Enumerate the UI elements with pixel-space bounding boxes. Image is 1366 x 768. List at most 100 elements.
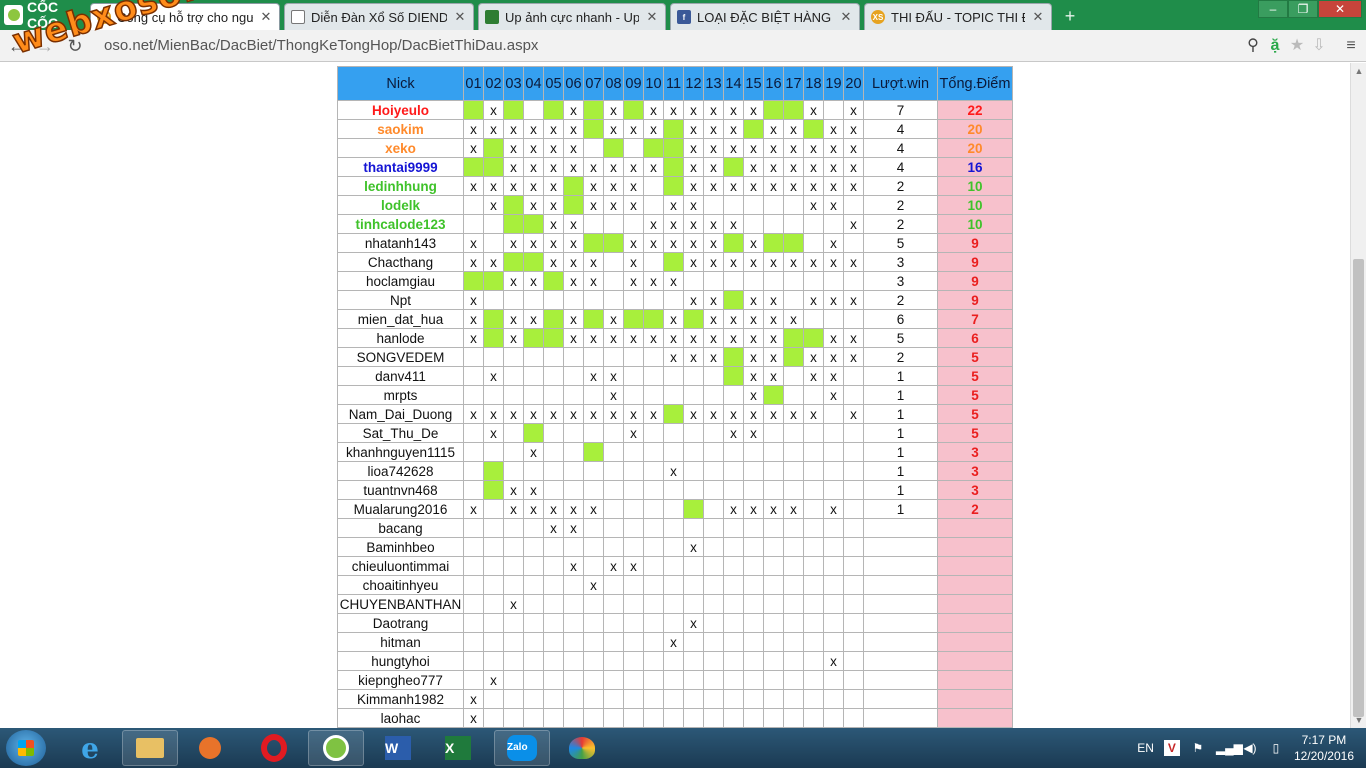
player-nick[interactable]: tinhcalode123 bbox=[337, 214, 464, 234]
played-cell: x bbox=[623, 271, 644, 291]
minimize-button[interactable]: – bbox=[1258, 0, 1288, 18]
player-nick[interactable]: Mualarung2016 bbox=[337, 499, 464, 519]
close-icon[interactable]: ✕ bbox=[259, 9, 273, 25]
download-icon[interactable]: ⇩ bbox=[1308, 35, 1330, 57]
clock-date: 12/20/2016 bbox=[1293, 749, 1354, 763]
empty-cell bbox=[463, 385, 484, 405]
menu-icon[interactable]: ≡ bbox=[1340, 35, 1362, 57]
empty-cell bbox=[563, 708, 584, 728]
table-row: bacang x x bbox=[337, 518, 1013, 538]
player-nick[interactable]: Sat_Thu_De bbox=[337, 423, 464, 443]
player-nick[interactable]: tuantnvn468 bbox=[337, 480, 464, 500]
player-nick[interactable]: Baminhbeo bbox=[337, 537, 464, 557]
empty-cell bbox=[763, 214, 784, 234]
played-cell: x bbox=[843, 404, 864, 424]
volume-icon[interactable]: ◀) bbox=[1242, 740, 1258, 756]
zoom-icon[interactable]: ⚲ bbox=[1242, 35, 1264, 57]
scroll-up-arrow-icon[interactable]: ▲ bbox=[1351, 63, 1366, 79]
player-nick[interactable]: Hoiyeulo bbox=[337, 100, 464, 120]
empty-cell bbox=[583, 651, 604, 671]
taskbar-clock[interactable]: 7:17 PM 12/20/2016 bbox=[1294, 732, 1354, 764]
language-indicator[interactable]: EN bbox=[1137, 741, 1154, 755]
action-center-flag-icon[interactable]: ⚑ bbox=[1190, 740, 1206, 756]
player-nick[interactable]: choaitinhyeu bbox=[337, 575, 464, 595]
player-nick[interactable]: lioa742628 bbox=[337, 461, 464, 481]
scroll-thumb[interactable] bbox=[1353, 259, 1364, 717]
file-explorer-icon[interactable] bbox=[122, 730, 178, 766]
player-nick[interactable]: bacang bbox=[337, 518, 464, 538]
tab-cong-cu[interactable]: XS Công cụ hỗ trợ cho người ✕ bbox=[90, 3, 280, 30]
close-icon[interactable]: ✕ bbox=[839, 9, 853, 25]
player-nick[interactable]: hoclamgiau bbox=[337, 271, 464, 291]
close-icon[interactable]: ✕ bbox=[645, 9, 659, 25]
hit-cell bbox=[763, 100, 784, 120]
bookmark-star-icon[interactable]: ★ bbox=[1286, 35, 1308, 57]
player-nick[interactable]: Chacthang bbox=[337, 252, 464, 272]
hit-cell bbox=[803, 119, 824, 139]
vertical-scrollbar[interactable]: ▲ ▼ bbox=[1350, 63, 1366, 728]
player-nick[interactable]: hanlode bbox=[337, 328, 464, 348]
system-tray: EN V ⚑ ▂▄▆ ◀) ▯ 7:17 PM 12/20/2016 bbox=[1137, 728, 1366, 768]
player-nick[interactable]: chieuluontimmai bbox=[337, 556, 464, 576]
table-row: Npt x x x x x x x x 2 9 bbox=[337, 290, 1013, 310]
player-nick[interactable]: nhatanh143 bbox=[337, 233, 464, 253]
empty-cell bbox=[603, 461, 624, 481]
player-nick[interactable]: mrpts bbox=[337, 385, 464, 405]
player-nick[interactable]: SONGVEDEM bbox=[337, 347, 464, 367]
word-icon[interactable]: W bbox=[370, 730, 426, 766]
excel-icon[interactable]: X bbox=[430, 730, 486, 766]
tab-thi-dau[interactable]: XS THI ĐẤU - TOPIC THI ĐẤU ✕ bbox=[864, 3, 1052, 30]
back-button[interactable]: ← bbox=[6, 35, 28, 57]
paint-icon[interactable] bbox=[554, 730, 610, 766]
restore-button[interactable]: ❐ bbox=[1288, 0, 1318, 18]
battery-icon[interactable]: ▯ bbox=[1268, 740, 1284, 756]
table-row: Chacthang x x x x x x x x x x x x x x x 3 9 bbox=[337, 252, 1013, 272]
tab-dien-dan[interactable]: Diễn Đàn Xổ Số DIENDAN ✕ bbox=[284, 3, 474, 30]
start-button[interactable] bbox=[6, 730, 46, 766]
tab-up-anh[interactable]: Up ảnh cực nhanh - Up hì ✕ bbox=[478, 3, 666, 30]
tab-loai-dac-biet[interactable]: f LOẠI ĐẶC BIỆT HÀNG NGÀ ✕ bbox=[670, 3, 860, 30]
antivirus-icon[interactable]: V bbox=[1163, 740, 1180, 756]
media-player-icon[interactable] bbox=[182, 730, 238, 766]
coccoc-brand[interactable]: CỐC CỐC bbox=[0, 0, 90, 31]
player-nick[interactable]: thantai9999 bbox=[337, 157, 464, 177]
address-bar[interactable]: oso.net/MienBac/DacBiet/ThongKeTongHop/D… bbox=[104, 35, 1234, 57]
coccoc-browser-icon[interactable] bbox=[308, 730, 364, 766]
played-cell: x bbox=[603, 556, 624, 576]
vietnamese-input-icon[interactable]: ặ bbox=[1264, 35, 1286, 57]
hit-cell bbox=[523, 423, 544, 443]
reload-button[interactable]: ↻ bbox=[64, 35, 86, 57]
new-tab-button[interactable]: + bbox=[1060, 7, 1080, 25]
zalo-icon[interactable]: Zalo bbox=[494, 730, 550, 766]
player-nick[interactable]: Npt bbox=[337, 290, 464, 310]
player-nick[interactable]: saokim bbox=[337, 119, 464, 139]
opera-icon[interactable] bbox=[246, 730, 302, 766]
player-nick[interactable]: ledinhhung bbox=[337, 176, 464, 196]
played-cell: x bbox=[623, 157, 644, 177]
scroll-down-arrow-icon[interactable]: ▼ bbox=[1351, 712, 1366, 728]
player-nick[interactable]: khanhnguyen1115 bbox=[337, 442, 464, 462]
hit-cell bbox=[483, 480, 504, 500]
empty-cell bbox=[803, 632, 824, 652]
player-nick[interactable]: laohac bbox=[337, 708, 464, 728]
network-signal-icon[interactable]: ▂▄▆ bbox=[1216, 740, 1243, 756]
forward-button[interactable]: → bbox=[34, 35, 56, 57]
empty-cell bbox=[523, 518, 544, 538]
player-nick[interactable]: Daotrang bbox=[337, 613, 464, 633]
player-nick[interactable]: xeko bbox=[337, 138, 464, 158]
player-nick[interactable]: Kimmanh1982 bbox=[337, 689, 464, 709]
player-nick[interactable]: Nam_Dai_Duong bbox=[337, 404, 464, 424]
played-cell: x bbox=[583, 404, 604, 424]
close-icon[interactable]: ✕ bbox=[1031, 9, 1045, 25]
internet-explorer-icon[interactable]: e bbox=[62, 730, 118, 766]
player-nick[interactable]: danv411 bbox=[337, 366, 464, 386]
close-window-button[interactable]: ✕ bbox=[1318, 0, 1362, 18]
player-nick[interactable]: hitman bbox=[337, 632, 464, 652]
points-cell bbox=[937, 575, 1013, 595]
player-nick[interactable]: hungtyhoi bbox=[337, 651, 464, 671]
player-nick[interactable]: mien_dat_hua bbox=[337, 309, 464, 329]
player-nick[interactable]: lodelk bbox=[337, 195, 464, 215]
player-nick[interactable]: CHUYENBANTHAN bbox=[337, 594, 464, 614]
player-nick[interactable]: kiepngheo777 bbox=[337, 670, 464, 690]
close-icon[interactable]: ✕ bbox=[453, 9, 467, 25]
